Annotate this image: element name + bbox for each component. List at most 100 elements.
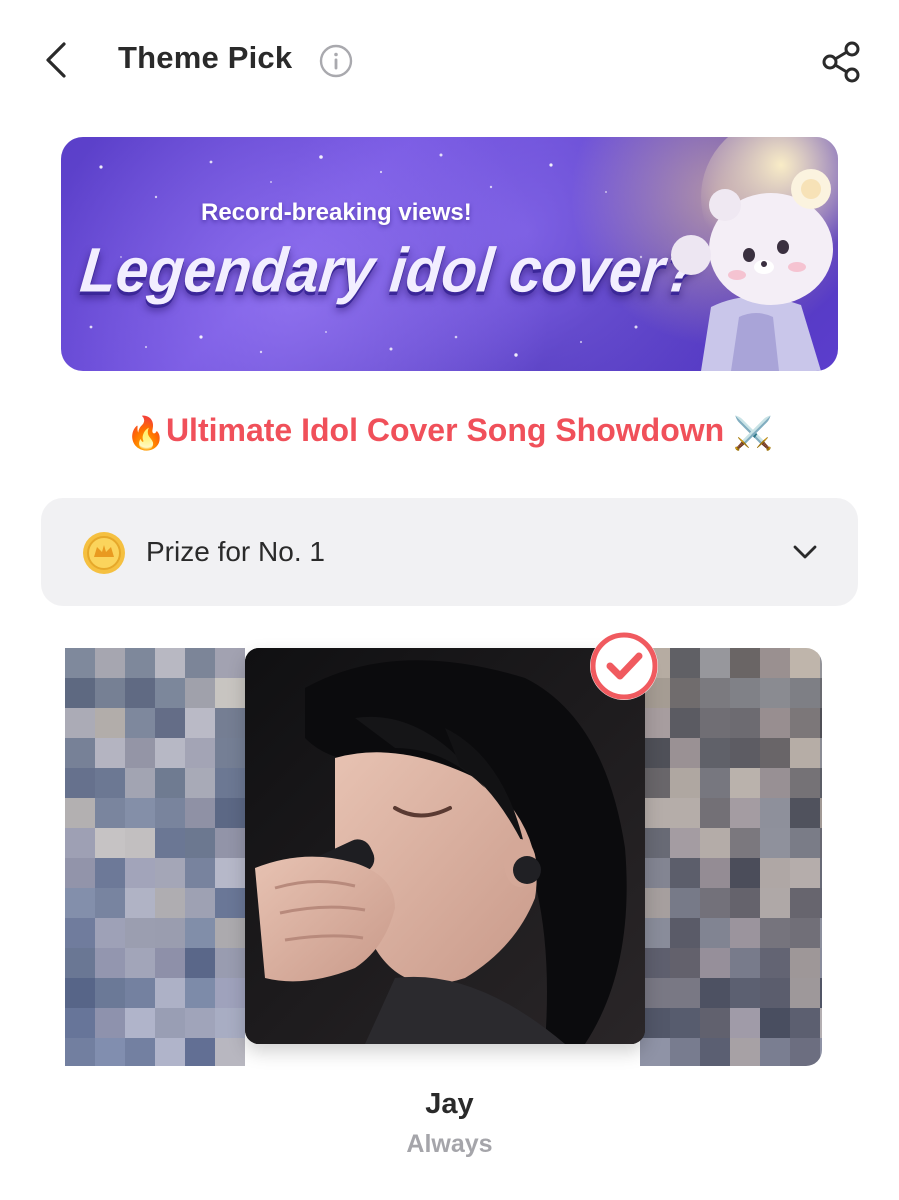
- pixel-block: [95, 708, 125, 738]
- pixel-block: [185, 768, 215, 798]
- pixel-block: [700, 1008, 730, 1038]
- pixel-block: [215, 918, 245, 948]
- pixel-block: [790, 1008, 820, 1038]
- pixel-block: [760, 858, 790, 888]
- bear-mascot-illustration: [671, 137, 838, 371]
- pixel-block: [95, 1038, 125, 1066]
- pixel-block: [700, 858, 730, 888]
- pixel-block: [155, 858, 185, 888]
- pixel-block: [730, 738, 760, 768]
- pixel-block: [215, 1038, 245, 1066]
- pixel-block: [215, 648, 245, 678]
- pixel-block: [185, 708, 215, 738]
- pixel-block: [790, 708, 820, 738]
- pixel-block: [215, 828, 245, 858]
- pixel-block: [185, 978, 215, 1008]
- pixel-block: [820, 888, 822, 918]
- pixel-block: [730, 918, 760, 948]
- pixel-block: [730, 978, 760, 1008]
- pixel-block: [730, 858, 760, 888]
- pixel-block: [95, 858, 125, 888]
- pixel-block: [155, 1008, 185, 1038]
- pixel-block: [185, 798, 215, 828]
- pixel-block: [95, 888, 125, 918]
- pixel-block: [185, 738, 215, 768]
- pixel-block: [125, 798, 155, 828]
- pixel-block: [730, 888, 760, 918]
- coin-icon: [83, 532, 125, 574]
- pixel-block: [215, 678, 245, 708]
- pixel-block: [185, 948, 215, 978]
- pixel-block: [790, 798, 820, 828]
- pixel-block: [155, 648, 185, 678]
- chevron-down-icon[interactable]: [789, 536, 821, 568]
- pixel-block: [125, 738, 155, 768]
- pixel-block: [125, 918, 155, 948]
- info-icon[interactable]: [319, 44, 353, 78]
- pixel-block: [125, 888, 155, 918]
- pixel-block: [730, 678, 760, 708]
- prize-label: Prize for No. 1: [146, 536, 325, 567]
- pixel-block: [760, 708, 790, 738]
- share-icon[interactable]: [818, 38, 866, 86]
- pixel-block: [640, 1038, 670, 1066]
- pixel-block: [760, 648, 790, 678]
- artist-name: Jay: [425, 1088, 474, 1120]
- promo-banner[interactable]: Record-breaking views! Legendary idol co…: [61, 137, 838, 371]
- pixel-block: [700, 978, 730, 1008]
- pixel-block: [65, 648, 95, 678]
- pixel-block: [670, 768, 700, 798]
- pixel-block: [670, 1008, 700, 1038]
- pixel-block: [730, 648, 760, 678]
- pixel-block: [125, 978, 155, 1008]
- prize-dropdown[interactable]: Prize for No. 1: [41, 498, 858, 606]
- pixel-block: [790, 918, 820, 948]
- pixel-block: [700, 798, 730, 828]
- pixel-block: [670, 828, 700, 858]
- pixel-block: [820, 978, 822, 1008]
- pixel-block: [155, 948, 185, 978]
- pixel-block: [760, 948, 790, 978]
- pixel-block: [760, 768, 790, 798]
- pixel-block: [700, 828, 730, 858]
- pixel-block: [670, 648, 700, 678]
- pixel-block: [155, 708, 185, 738]
- pixel-block: [820, 918, 822, 948]
- pixel-block: [65, 708, 95, 738]
- pixel-block: [155, 678, 185, 708]
- selected-check-icon[interactable]: [586, 628, 662, 704]
- pixel-block: [820, 708, 822, 738]
- pixel-block: [125, 948, 155, 978]
- pixel-block: [820, 1038, 822, 1066]
- pixel-block: [760, 738, 790, 768]
- pixel-block: [670, 888, 700, 918]
- pixel-block: [700, 768, 730, 798]
- pixel-block: [185, 828, 215, 858]
- showdown-title: 🔥Ultimate Idol Cover Song Showdown ⚔️: [0, 412, 899, 452]
- pixel-block: [125, 858, 155, 888]
- pixel-block: [700, 918, 730, 948]
- pixel-block: [730, 828, 760, 858]
- adjacent-entry-right[interactable]: [640, 648, 822, 1066]
- entry-carousel[interactable]: [0, 620, 899, 1066]
- pixel-block: [700, 648, 730, 678]
- pixel-block: [820, 738, 822, 768]
- pixel-block: [820, 678, 822, 708]
- pixel-block: [95, 978, 125, 1008]
- back-button[interactable]: [36, 38, 80, 82]
- adjacent-entry-left[interactable]: [65, 648, 245, 1066]
- pixel-block: [215, 738, 245, 768]
- pixel-block: [155, 798, 185, 828]
- pixel-block: [730, 948, 760, 978]
- pixel-block: [155, 768, 185, 798]
- pixel-block: [125, 678, 155, 708]
- pixel-block: [820, 798, 822, 828]
- pixel-block: [700, 678, 730, 708]
- pixel-block: [790, 1038, 820, 1066]
- selected-entry-card[interactable]: [245, 648, 645, 1044]
- pixel-block: [155, 978, 185, 1008]
- pixel-block: [185, 858, 215, 888]
- pixel-block: [760, 798, 790, 828]
- pixel-block: [670, 708, 700, 738]
- pixel-block: [185, 1008, 215, 1038]
